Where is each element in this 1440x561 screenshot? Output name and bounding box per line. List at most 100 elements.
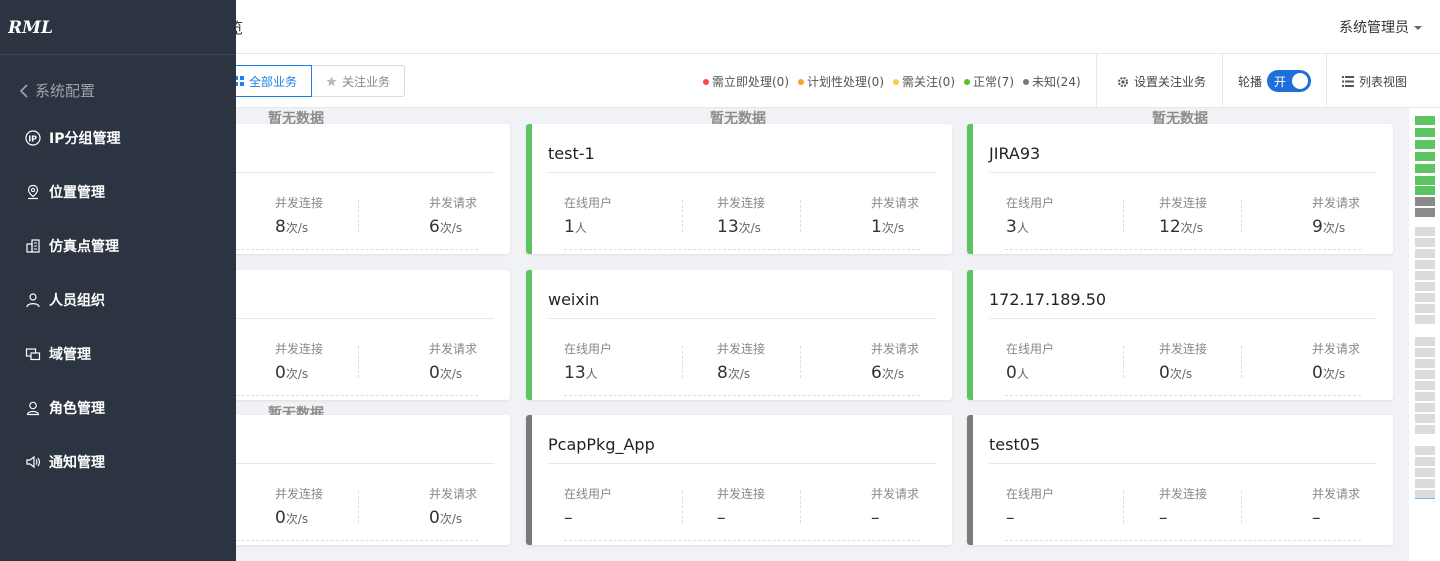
stat-unit: 次/s bbox=[285, 221, 309, 235]
minimap-cell bbox=[1415, 304, 1435, 313]
stat-unit: 次/s bbox=[285, 367, 309, 381]
stat-value: 0 bbox=[429, 363, 440, 383]
list-view-button[interactable]: 列表视图 bbox=[1342, 73, 1407, 90]
star-icon bbox=[326, 75, 337, 86]
minimap-cell bbox=[1415, 315, 1435, 324]
stat-value: 0 bbox=[1159, 363, 1170, 383]
status-stripe bbox=[967, 270, 973, 400]
minimap-cell bbox=[1415, 337, 1435, 346]
carousel-toggle[interactable]: 开 bbox=[1267, 70, 1312, 92]
nav-item-label: 角色管理 bbox=[49, 401, 105, 417]
stat-divider bbox=[1123, 491, 1124, 523]
stat-online-users: 在线用户 13人 bbox=[564, 340, 612, 383]
minimap-cell bbox=[1415, 176, 1435, 185]
stat-value: 6 bbox=[429, 217, 440, 237]
business-card[interactable]: test05 在线用户 – 并发连接 – 并发请求 – bbox=[967, 415, 1393, 545]
nav-item-personnel[interactable]: 人员组织 bbox=[25, 290, 105, 310]
stat-label: 并发请求 bbox=[871, 196, 920, 210]
minimap-cell bbox=[1415, 348, 1435, 357]
minimap-cell bbox=[1415, 392, 1435, 401]
legend-item-attention: 需关注(0) bbox=[893, 73, 955, 90]
filter-tabs: 全部业务 关注业务 bbox=[219, 65, 406, 97]
stat-label: 并发请求 bbox=[429, 342, 478, 356]
status-dot bbox=[798, 78, 804, 85]
stat-label: 并发请求 bbox=[1312, 196, 1361, 210]
user-name: 系统管理员 bbox=[1339, 20, 1409, 36]
business-card[interactable]: PcapPkg_App 在线用户 – 并发连接 – 并发请求 – bbox=[526, 415, 952, 545]
minimap-cell bbox=[1415, 403, 1435, 412]
card-dashed-line bbox=[564, 540, 920, 541]
stat-value: – bbox=[717, 508, 726, 528]
stat-requests: 并发请求 9次/s bbox=[1312, 194, 1360, 237]
stat-unit: 人 bbox=[1016, 221, 1029, 235]
card-title: 172.17.189.50 bbox=[989, 290, 1107, 309]
nav-item-domain[interactable]: 域管理 bbox=[25, 344, 91, 364]
stat-label: 并发请求 bbox=[429, 487, 478, 501]
business-card[interactable]: JIRA93 在线用户 3人 并发连接 12次/s 并发请求 9次/s bbox=[967, 124, 1393, 254]
nav-item-ip-group[interactable]: IP IP分组管理 bbox=[25, 128, 120, 148]
minimap-cell bbox=[1415, 446, 1435, 455]
stat-label: 并发连接 bbox=[275, 342, 324, 356]
minimap-cell bbox=[1415, 140, 1435, 149]
card-divider bbox=[989, 172, 1377, 173]
stat-label: 并发连接 bbox=[717, 342, 766, 356]
minimap-cell bbox=[1415, 414, 1435, 423]
stat-divider bbox=[1241, 346, 1242, 378]
user-menu[interactable]: 系统管理员 bbox=[1339, 17, 1422, 37]
stat-label: 并发连接 bbox=[1159, 342, 1208, 356]
stat-label: 并发连接 bbox=[1159, 487, 1208, 501]
card-title: test-1 bbox=[548, 144, 595, 163]
status-stripe bbox=[526, 124, 532, 254]
stat-value: 8 bbox=[717, 363, 728, 383]
carousel-control: 轮播 开 bbox=[1238, 70, 1312, 92]
stat-value: 0 bbox=[429, 508, 440, 528]
stat-unit: 次/s bbox=[1180, 221, 1203, 235]
minimap-cell bbox=[1415, 457, 1435, 466]
stat-label: 并发连接 bbox=[275, 196, 324, 210]
no-data-label: 暂无数据 bbox=[268, 406, 324, 415]
simulation-icon bbox=[26, 239, 40, 253]
stat-requests: 并发请求 6次/s bbox=[871, 340, 919, 383]
minimap-cell bbox=[1415, 164, 1435, 173]
tab-followed-business[interactable]: 关注业务 bbox=[312, 65, 406, 97]
business-card[interactable]: weixin 在线用户 13人 并发连接 8次/s 并发请求 6次/s bbox=[526, 270, 952, 400]
business-card[interactable]: test-1 在线用户 1人 并发连接 13次/s 并发请求 1次/s bbox=[526, 124, 952, 254]
stat-unit: 次/s bbox=[439, 367, 463, 381]
stat-divider bbox=[682, 200, 683, 232]
legend-label: 计划性处理(0) bbox=[807, 75, 884, 89]
stat-divider bbox=[1123, 200, 1124, 232]
toggle-knob bbox=[1292, 73, 1309, 89]
stat-divider bbox=[682, 491, 683, 523]
stat-value: – bbox=[564, 508, 573, 528]
stat-unit: 次/s bbox=[1322, 221, 1346, 235]
minimap-cell bbox=[1415, 249, 1435, 258]
stat-unit: 次/s bbox=[738, 221, 761, 235]
minimap-cell bbox=[1415, 381, 1435, 390]
stat-requests: 并发请求 0次/s bbox=[429, 485, 477, 528]
card-divider bbox=[548, 172, 936, 173]
nav-item-notification[interactable]: 通知管理 bbox=[25, 452, 105, 472]
stat-label: 并发连接 bbox=[717, 196, 766, 210]
stat-value: 8 bbox=[275, 217, 286, 237]
nav-item-simulation-point[interactable]: 仿真点管理 bbox=[25, 236, 119, 256]
set-followed-business-button[interactable]: 设置关注业务 bbox=[1117, 73, 1206, 90]
legend-label: 未知(24) bbox=[1032, 75, 1081, 89]
location-icon bbox=[27, 184, 39, 200]
stat-value: – bbox=[871, 508, 880, 528]
stat-connections: 并发连接 13次/s bbox=[717, 194, 765, 237]
stat-label: 并发请求 bbox=[1312, 487, 1361, 501]
nav-item-label: IP分组管理 bbox=[49, 131, 121, 147]
stat-value: – bbox=[1312, 508, 1321, 528]
svg-text:IP: IP bbox=[28, 134, 37, 143]
nav-item-location[interactable]: 位置管理 bbox=[25, 182, 105, 202]
back-to-system-config[interactable]: 系统配置 bbox=[19, 80, 95, 101]
drawer-divider bbox=[0, 54, 236, 55]
stat-divider bbox=[1123, 346, 1124, 378]
business-card[interactable]: 172.17.189.50 在线用户 0人 并发连接 0次/s 并发请求 0次/s bbox=[967, 270, 1393, 400]
card-divider bbox=[548, 318, 936, 319]
status-stripe bbox=[967, 415, 973, 545]
nav-item-role[interactable]: 角色管理 bbox=[25, 398, 105, 418]
overview-minimap[interactable] bbox=[1409, 108, 1440, 561]
card-title: PcapPkg_App bbox=[548, 435, 655, 454]
chevron-left-icon bbox=[19, 83, 28, 98]
